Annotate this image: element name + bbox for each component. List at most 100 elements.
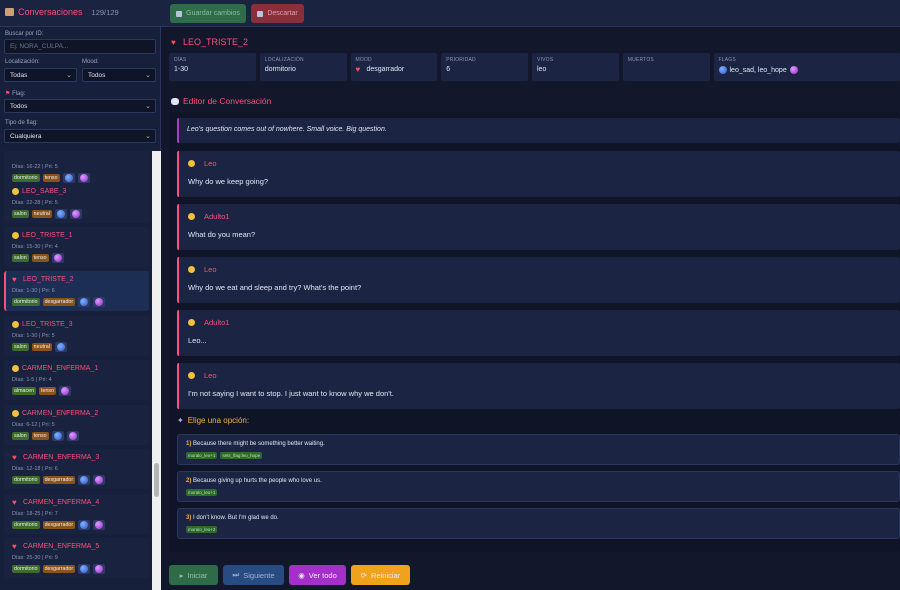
start-button[interactable]: ▸ Iniciar: [169, 565, 218, 585]
conversation-list-item[interactable]: ♥ CARMEN_ENFERMA_3 Días: 12-18 | Pri: 6 dor…: [4, 449, 149, 489]
choice-option[interactable]: 1) Because there might be something bett…: [177, 434, 900, 465]
flag-badge: [93, 475, 106, 485]
purple-circle-icon: [61, 387, 69, 395]
speaker-name: Leo: [204, 265, 217, 274]
conversation-header: ♥ LEO_TRISTE_2: [171, 37, 248, 47]
location-tag: dormitorio: [12, 476, 40, 484]
dialogue-message[interactable]: Adulto1 What do you mean?: [177, 204, 900, 250]
save-button[interactable]: Guardar cambios: [170, 4, 246, 23]
conversation-meta: Días: 16-22 | Pri: 5: [12, 164, 58, 170]
blue-circle-icon: [64, 174, 73, 182]
conversation-list-item[interactable]: LEO_SABE_3 Días: 22-28 | Pri: 5 salon neutr…: [4, 183, 149, 223]
conversation-list-item[interactable]: ♥ LEO_TRISTE_2 Días: 1-30 | Pri: 6 dormitor…: [4, 271, 149, 311]
flag-select[interactable]: Todos ⌄: [4, 99, 156, 113]
flag-badge: [93, 564, 106, 574]
effect-chip: moralo_leo+1: [186, 489, 218, 496]
conversation-name-text: LEO_TRISTE_2: [23, 276, 74, 283]
info-key: MUERTOS: [627, 57, 654, 63]
start-button-label: Iniciar: [187, 570, 208, 580]
purple-circle-icon: [789, 66, 798, 74]
dialogue-message[interactable]: Leo Why do we keep going?: [177, 151, 900, 197]
conversation-name: LEO_TRISTE_1: [12, 232, 73, 239]
face-icon: [188, 372, 195, 379]
purple-circle-icon: [53, 254, 62, 262]
conversation-tags: almacen tenso: [12, 386, 71, 396]
flag-badge: [54, 209, 67, 219]
conversation-list-item[interactable]: LEO_TRISTE_1 Días: 15-30 | Pri: 4 salon ten…: [4, 227, 149, 267]
conversation-tags: dormitorio desgarrador: [12, 475, 106, 485]
speaker-row: Leo: [188, 265, 217, 274]
conversation-meta: Días: 1-30 | Pri: 5: [12, 333, 55, 339]
view-all-button[interactable]: ◉ Ver todo: [289, 565, 346, 585]
choice-option[interactable]: 2) Because giving up hurts the people wh…: [177, 471, 900, 502]
info-key: PRIORIDAD: [446, 57, 476, 63]
flag-type-select[interactable]: Cualquiera ⌄: [4, 129, 156, 143]
main-panel: ♥ LEO_TRISTE_2 DÍAS 1-30 LOCALIZACIÓN dormi…: [161, 27, 900, 590]
purple-circle-icon: [95, 298, 104, 306]
flag-badge: [78, 475, 91, 485]
choice-number: 1): [186, 441, 192, 447]
reset-button[interactable]: ⟳ Reiniciar: [351, 565, 410, 585]
choice-text-row: 3) I don't know. But I'm glad we do.: [186, 515, 279, 521]
blue-circle-icon: [80, 298, 89, 306]
blue-circle-icon: [56, 343, 65, 351]
info-value: dormitorio: [265, 66, 296, 73]
info-cell: MUERTOS: [622, 53, 710, 81]
location-select-value: Todas: [10, 72, 28, 79]
location-label: Localización:: [5, 59, 40, 65]
flag-badge: [54, 342, 67, 352]
face-icon: [12, 188, 19, 195]
mood-label: Mood:: [82, 59, 99, 65]
narration-block[interactable]: Leo's question comes out of nowhere. Sma…: [177, 118, 900, 143]
conversation-list-item[interactable]: LEO_TRISTE_3 Días: 1-30 | Pri: 5 salon neut…: [4, 316, 149, 356]
discard-button[interactable]: Descartar: [251, 4, 304, 23]
flag-badge: [62, 173, 75, 183]
top-bar: Conversaciones 129/129 Guardar cambios D…: [0, 0, 900, 27]
info-value: 1-30: [174, 66, 188, 73]
conversation-list-item[interactable]: ♥ CARMEN_ENFERMA_5 Días: 25-30 | Pri: 9 dor…: [4, 538, 149, 578]
face-icon: [12, 321, 19, 328]
conversation-name: ♥ CARMEN_ENFERMA_3: [12, 454, 100, 462]
purple-circle-icon: [95, 565, 104, 573]
broken-heart-icon: ♥: [171, 37, 176, 47]
choice-number: 2): [186, 478, 192, 484]
conversation-meta: Días: 12-18 | Pri: 6: [12, 466, 58, 472]
info-key: MOOD: [355, 57, 372, 63]
next-button[interactable]: ⏭ Siguiente: [223, 565, 284, 585]
conversation-tags: salon neutral: [12, 209, 82, 219]
mood-tag: neutral: [31, 210, 52, 218]
choice-option[interactable]: 3) I don't know. But I'm glad we do. mora…: [177, 508, 900, 539]
title-area: Conversaciones 129/129: [5, 7, 119, 17]
info-value-text: 6: [446, 66, 451, 73]
effect-chip: moralo_leo+1: [186, 452, 218, 459]
choice-heading: ✦ Elige una opción:: [177, 416, 249, 425]
mood-tag: desgarrador: [42, 521, 76, 529]
choice-text: Because there might be something better …: [193, 441, 325, 447]
save-button-label: Guardar cambios: [186, 10, 240, 17]
info-value: ♥ desgarrador: [355, 65, 405, 74]
face-icon: [12, 410, 19, 417]
reset-icon: ⟳: [360, 570, 368, 580]
conversation-list-item[interactable]: Días: 16-22 | Pri: 5 dormitorio tenso: [4, 151, 149, 187]
info-cell: MOOD ♥ desgarrador: [350, 53, 438, 81]
dialogue-message[interactable]: Adulto1 Leo...: [177, 310, 900, 356]
conversation-name-text: CARMEN_ENFERMA_3: [23, 454, 100, 461]
broken-heart-icon: ♥: [355, 65, 361, 74]
flag-badge: [78, 520, 91, 530]
conversation-list-item[interactable]: ♥ CARMEN_ENFERMA_4 Días: 18-25 | Pri: 7 dor…: [4, 494, 149, 534]
mood-select[interactable]: Todos ⌄: [82, 68, 156, 82]
info-value-text: desgarrador: [366, 66, 405, 73]
sidebar-scrollbar[interactable]: [152, 151, 161, 590]
search-input[interactable]: Ej: NORA_CULPA...: [4, 39, 156, 54]
dialogue-message[interactable]: Leo I'm not saying I want to stop. I just…: [177, 363, 900, 409]
conversation-list-item[interactable]: CARMEN_ENFERMA_1 Días: 1-5 | Pri: 4 almace…: [4, 360, 149, 400]
flag-label-wrap: ⚑ Flag:: [5, 90, 25, 97]
speaker-row: Adulto1: [188, 212, 229, 221]
conversation-meta: Días: 6-12 | Pri: 5: [12, 422, 55, 428]
dialogue-message[interactable]: Leo Why do we eat and sleep and try? What…: [177, 257, 900, 303]
conversation-list-item[interactable]: CARMEN_ENFERMA_2 Días: 6-12 | Pri: 5 salon…: [4, 405, 149, 445]
conversation-editor: Leo's question comes out of nowhere. Sma…: [169, 112, 900, 552]
location-select[interactable]: Todas ⌄: [4, 68, 77, 82]
scrollbar-thumb[interactable]: [154, 463, 159, 497]
location-tag: dormitorio: [12, 174, 40, 182]
